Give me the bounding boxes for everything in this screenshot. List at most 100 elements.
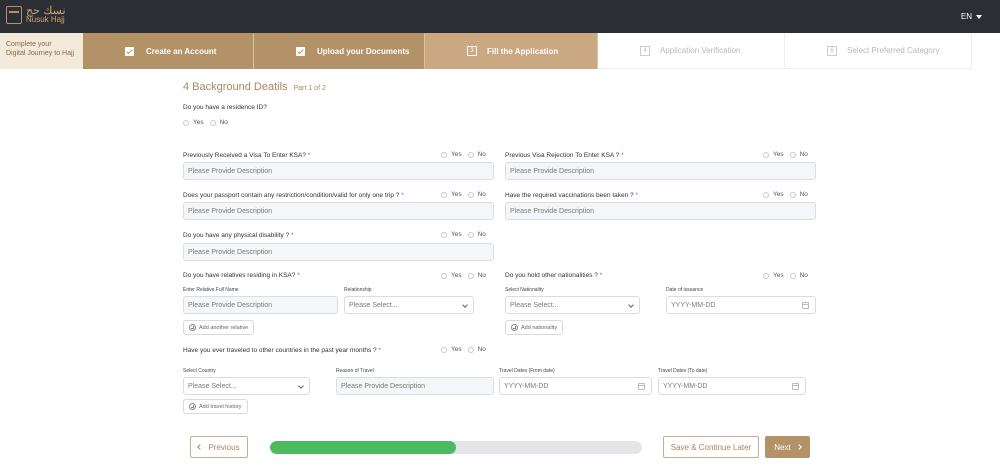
passport-no[interactable]: No [467,191,486,198]
rejection-no[interactable]: No [789,151,808,158]
residence-radio-group: Yes No [183,119,228,126]
step-application-verification[interactable]: 4 Application Verification [598,33,785,69]
language-selector[interactable]: EN [961,12,982,21]
radio-icon [467,231,474,238]
previous-label: Previous [208,442,240,452]
disability-no[interactable]: No [467,231,486,238]
issuance-label: Date of issuance [666,287,704,293]
nusuk-logo[interactable]: نسك حج Nusuk Hajj [6,4,66,24]
nationality-value: Please Select... [510,301,559,309]
step-label: Fill the Application [487,46,559,56]
visa-question: Previously Received a Visa To Enter KSA?… [183,152,311,159]
radio-icon [763,272,769,279]
step-label: Create an Account [146,46,217,56]
chevron-down-icon [462,302,468,308]
add-relative-label: Add another relative [199,324,249,331]
intro-line-1: Complete your [6,41,52,48]
disability-yes[interactable]: Yes [441,231,462,238]
nationalities-question: Do you hold other nationalities ? * [505,272,603,279]
country-label: Select Country [183,368,216,374]
plus-circle-icon [189,324,196,331]
add-travel-button[interactable]: Add travel history [183,399,248,414]
rejection-yes[interactable]: Yes [763,151,784,158]
rejection-radio-group: Yes No [763,151,808,158]
top-bar: نسك حج Nusuk Hajj EN [0,0,1000,33]
passport-question: Does your passport contain any restricti… [183,192,404,199]
nationalities-no[interactable]: No [789,272,808,279]
relative-name-input[interactable]: Please Provide Description [183,296,338,314]
travel-yes[interactable]: Yes [441,346,462,353]
radio-icon [441,272,447,279]
passport-yes[interactable]: Yes [441,191,462,198]
relationship-select[interactable]: Please Select... [344,296,474,314]
add-nationality-button[interactable]: Add nationality [505,320,564,335]
calendar-icon[interactable] [638,383,645,390]
to-date-input[interactable]: YYYY-MM-DD [658,377,806,395]
disability-description-input[interactable]: Please Provide Description [183,243,494,261]
nationality-select[interactable]: Please Select... [505,296,640,314]
relative-name-label: Enter Relative Full Name [183,287,239,293]
section-title: 4 Background Deatils Part 1 of 2 [183,81,326,93]
step-fill-application[interactable]: 3 Fill the Application [425,33,598,69]
calendar-icon[interactable] [802,302,809,309]
next-button[interactable]: Next [765,436,810,458]
relationship-value: Please Select... [349,301,398,309]
previous-button[interactable]: Previous [190,436,248,458]
add-nationality-label: Add nationality [521,324,558,331]
radio-icon [209,119,216,126]
caret-down-icon [976,14,982,19]
chevron-right-icon [795,444,802,450]
radio-icon [441,191,447,198]
from-date-value: YYYY-MM-DD [504,382,549,390]
radio-icon [763,191,769,198]
save-continue-later-button[interactable]: Save & Continue Later [663,436,759,458]
stepper-intro: Complete your Digital Journey to Hajj [0,33,83,69]
visa-no[interactable]: No [467,151,486,158]
step-upload-documents[interactable]: Upload your Documents [254,33,425,69]
relatives-yes[interactable]: Yes [441,272,462,279]
vaccinations-no[interactable]: No [789,191,808,198]
radio-icon [441,231,447,238]
relatives-no[interactable]: No [467,272,486,279]
kaaba-icon [6,6,22,24]
nationalities-yes[interactable]: Yes [763,272,784,279]
vaccinations-radio-group: Yes No [763,191,808,198]
issuance-date-value: YYYY-MM-DD [671,301,716,309]
calendar-icon[interactable] [792,383,799,390]
add-travel-label: Add travel history [199,403,242,410]
reason-label: Reason of Travel [336,368,374,374]
check-icon [125,46,134,56]
section-part: Part 1 of 2 [293,85,326,92]
step-create-account[interactable]: Create an Account [83,33,254,69]
add-relative-button[interactable]: Add another relative [183,320,255,335]
check-icon [296,46,305,56]
passport-description-input[interactable]: Please Provide Description [183,202,494,220]
relatives-question: Do you have relatives residing in KSA? * [183,272,300,279]
issuance-date-input[interactable]: YYYY-MM-DD [666,296,816,314]
rejection-question: Previous Visa Rejection To Enter KSA ? * [505,152,624,159]
step-select-category[interactable]: 6 Select Preferred Category [785,33,972,69]
relationship-label: Relationship [344,287,372,293]
radio-icon [467,191,474,198]
residence-yes[interactable]: Yes [183,119,204,126]
country-select[interactable]: Please Select... [183,377,310,395]
from-date-input[interactable]: YYYY-MM-DD [499,377,652,395]
save-label: Save & Continue Later [670,442,752,452]
form-progress-fill [270,441,456,454]
visa-description-input[interactable]: Please Provide Description [183,162,494,180]
vaccinations-description-input[interactable]: Please Provide Description [505,202,816,220]
radio-icon [183,119,189,126]
progress-stepper: Complete your Digital Journey to Hajj Cr… [0,33,1000,69]
travel-radio-group: Yes No [441,346,486,353]
radio-icon [789,191,796,198]
vaccinations-yes[interactable]: Yes [763,191,784,198]
visa-yes[interactable]: Yes [441,151,462,158]
logo-arabic: نسك حج [26,4,66,17]
residence-no[interactable]: No [209,119,228,126]
radio-icon [763,151,769,158]
chevron-left-icon [197,444,204,450]
travel-no[interactable]: No [467,346,486,353]
reason-input[interactable]: Please Provide Description [336,377,494,395]
vaccinations-question: Have the required vaccinations been take… [505,192,638,199]
rejection-description-input[interactable]: Please Provide Description [505,162,816,180]
